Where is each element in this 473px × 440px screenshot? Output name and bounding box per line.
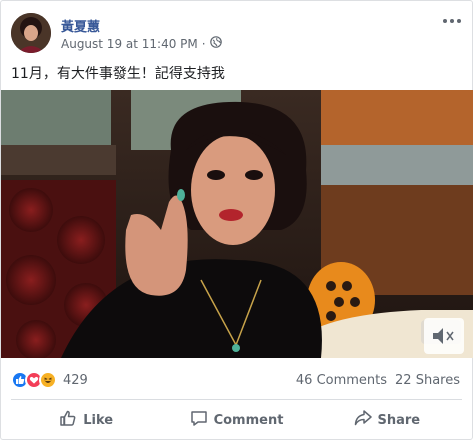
engagement-stats: 46 Comments 22 Shares [296,373,460,388]
video-frame [1,90,473,358]
more-options-icon[interactable] [440,13,464,29]
comment-icon [190,409,208,431]
action-bar: Like Comment Share [11,403,462,437]
reaction-count: 429 [63,372,88,388]
reaction-summary[interactable]: 429 [11,371,88,389]
meta-separator: · [201,36,206,51]
avatar-photo [11,13,51,53]
author-name[interactable]: 黃夏蕙 [61,16,100,35]
comment-label: Comment [213,412,284,428]
comments-count-link[interactable]: 46 Comments [296,373,387,388]
mute-icon[interactable] [424,318,464,354]
share-icon [354,409,372,431]
facebook-post: 黃夏蕙 August 19 at 11:40 PM · 11月，有大件事發生！記… [0,0,473,440]
like-label: Like [83,412,114,428]
post-timestamp[interactable]: August 19 at 11:40 PM [61,37,198,51]
like-button[interactable]: Like [11,403,161,437]
thumbs-up-icon [59,409,77,431]
globe-icon[interactable] [209,36,222,51]
shares-count-link[interactable]: 22 Shares [395,373,460,388]
post-header: 黃夏蕙 August 19 at 11:40 PM · [11,11,466,53]
share-label: Share [377,412,421,428]
divider [11,399,462,400]
post-video[interactable] [1,90,473,358]
share-button[interactable]: Share [312,403,462,437]
haha-icon [39,371,57,389]
author-avatar[interactable] [11,13,51,53]
post-text: 11月，有大件事發生！記得支持我 [11,66,225,82]
post-meta: August 19 at 11:40 PM · [61,36,222,51]
comment-button[interactable]: Comment [161,403,311,437]
